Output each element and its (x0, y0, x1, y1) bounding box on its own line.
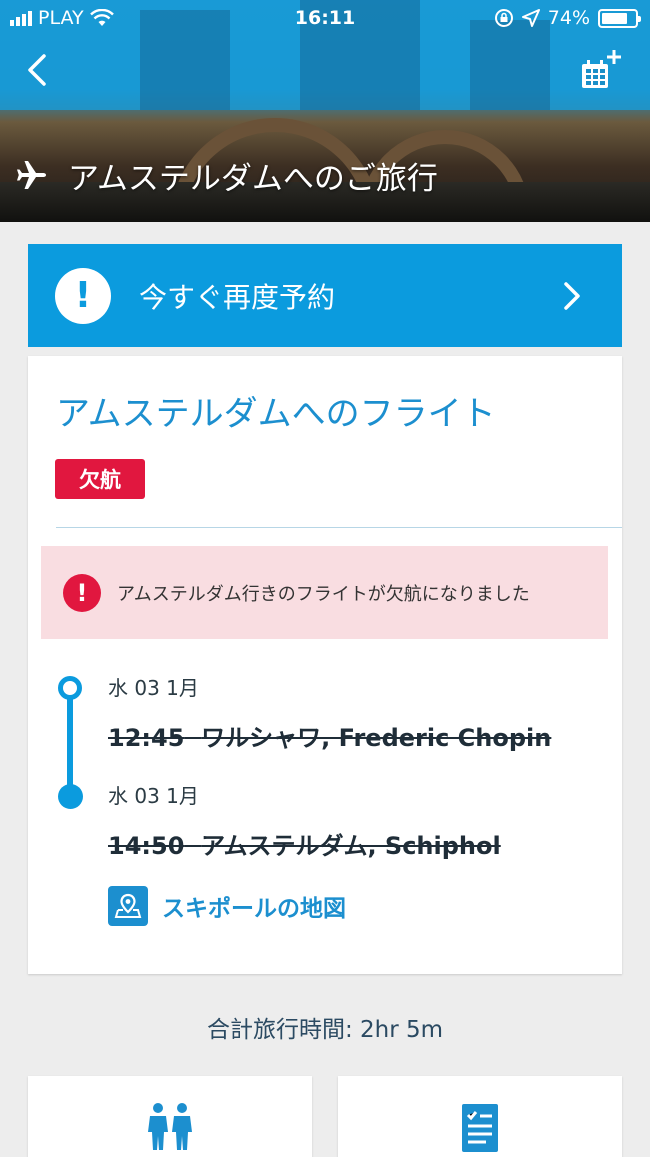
departure-segment: 12:45 ワルシャワ, Frederic Chopin (108, 718, 551, 753)
passengers-tile[interactable] (28, 1076, 312, 1157)
status-bar: PLAY 16:11 74% (0, 0, 650, 36)
trip-title: アムステルダムへのご旅行 (68, 160, 438, 197)
arrival-place: アムステルダム, Schiphol (201, 832, 501, 860)
map-pin-icon (108, 886, 148, 926)
arrival-segment: 14:50 アムステルダム, Schiphol (108, 826, 501, 861)
trip-title-row: アムステルダムへのご旅行 (16, 152, 438, 198)
status-right: 74% (494, 7, 641, 29)
flight-card: アムステルダムへのフライト 欠航 ! アムステルダム行きのフライトが欠航になりま… (28, 356, 622, 974)
checklist-icon (462, 1104, 498, 1152)
location-arrow-icon (521, 9, 540, 27)
arrival-date: 水 03 1月 (108, 784, 199, 808)
departure-time: 12:45 (108, 724, 185, 752)
cancellation-notice: ! アムステルダム行きのフライトが欠航になりました (41, 546, 608, 639)
back-button[interactable] (20, 52, 56, 88)
exclamation-icon: ! (55, 267, 111, 324)
cancelled-badge: 欠航 (55, 459, 145, 499)
arrival-dot (58, 784, 83, 809)
departure-date: 水 03 1月 (108, 676, 199, 700)
rebook-label: 今すぐ再度予約 (139, 280, 336, 314)
error-icon: ! (63, 573, 101, 612)
battery-percent: 74% (547, 7, 590, 29)
cancellation-message: アムステルダム行きのフライトが欠航になりました (117, 583, 530, 605)
rebook-now-button[interactable]: ! 今すぐ再度予約 (28, 244, 622, 347)
departure-dot (58, 676, 82, 700)
battery-icon (598, 8, 641, 28)
divider (56, 527, 622, 528)
departure-place: ワルシャワ, Frederic Chopin (201, 724, 552, 752)
airport-map-link[interactable]: スキポールの地図 (108, 886, 346, 926)
airport-map-label: スキポールの地図 (162, 896, 346, 922)
flight-card-title: アムステルダムへのフライト (56, 394, 496, 434)
airplane-icon (17, 161, 46, 189)
rotation-lock-icon (494, 9, 513, 27)
passengers-icon (148, 1103, 192, 1150)
calendar-add-icon (582, 50, 621, 88)
chevron-right-icon (564, 281, 580, 310)
booking-details-tile[interactable] (338, 1076, 622, 1157)
chevron-left-icon (28, 54, 46, 86)
arrival-time: 14:50 (108, 832, 185, 860)
timeline-line (67, 694, 73, 794)
add-to-calendar-button[interactable] (578, 48, 626, 96)
total-travel-time: 合計旅行時間: 2hr 5m (206, 1017, 444, 1043)
